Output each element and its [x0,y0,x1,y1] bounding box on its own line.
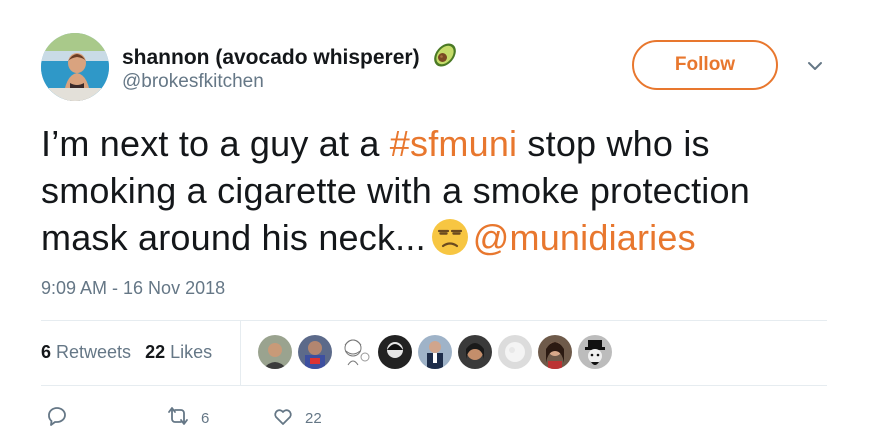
liker-avatar[interactable] [498,335,532,369]
author-avatar[interactable] [41,33,109,101]
hashtag-link[interactable]: #sfmuni [390,123,517,164]
retweets-label: Retweets [56,342,132,362]
follow-button[interactable]: Follow [632,40,778,90]
author-handle[interactable]: @brokesfkitchen [122,71,264,93]
tweet-text: I’m next to a guy at a #sfmuni stop who … [41,120,841,261]
liker-avatar[interactable] [458,335,492,369]
retweet-action-count: 6 [201,409,210,427]
chevron-down-icon[interactable] [805,58,825,74]
divider-bottom [41,385,827,386]
unamused-face-icon [430,217,470,257]
heart-icon [271,404,295,432]
tweet-timestamp[interactable]: 9:09 AM - 16 Nov 2018 [41,278,225,299]
likes-label: Likes [170,342,213,362]
tweet-text-part1: I’m next to a guy at a [41,123,390,164]
tweet-card: shannon (avocado whisperer) @brokesfkitc… [0,0,875,448]
liker-avatar[interactable] [298,335,332,369]
author-name-row[interactable]: shannon (avocado whisperer) [122,40,460,75]
like-action-count: 22 [305,409,322,427]
divider-top [41,320,827,321]
likes-stat[interactable]: 22 Likes [145,342,212,363]
reply-action[interactable] [45,404,69,432]
avocado-icon [430,40,460,75]
tweet-stats: 6 Retweets 22 Likes [41,342,212,363]
liker-avatar[interactable] [378,335,412,369]
liker-avatar[interactable] [338,335,372,369]
like-action[interactable]: 22 [271,404,322,432]
reply-icon [45,404,69,432]
likes-count: 22 [145,342,166,362]
liker-avatar[interactable] [578,335,612,369]
liker-avatar[interactable] [418,335,452,369]
mention-link[interactable]: @munidiaries [473,217,696,258]
retweet-action[interactable]: 6 [165,404,209,432]
retweet-icon [165,404,191,432]
author-display-name[interactable]: shannon (avocado whisperer) [122,46,420,70]
retweets-stat[interactable]: 6 Retweets [41,342,131,363]
liker-avatar[interactable] [538,335,572,369]
likers-avatars [258,335,612,369]
stats-vertical-divider [240,320,241,385]
liker-avatar[interactable] [258,335,292,369]
retweets-count: 6 [41,342,52,362]
